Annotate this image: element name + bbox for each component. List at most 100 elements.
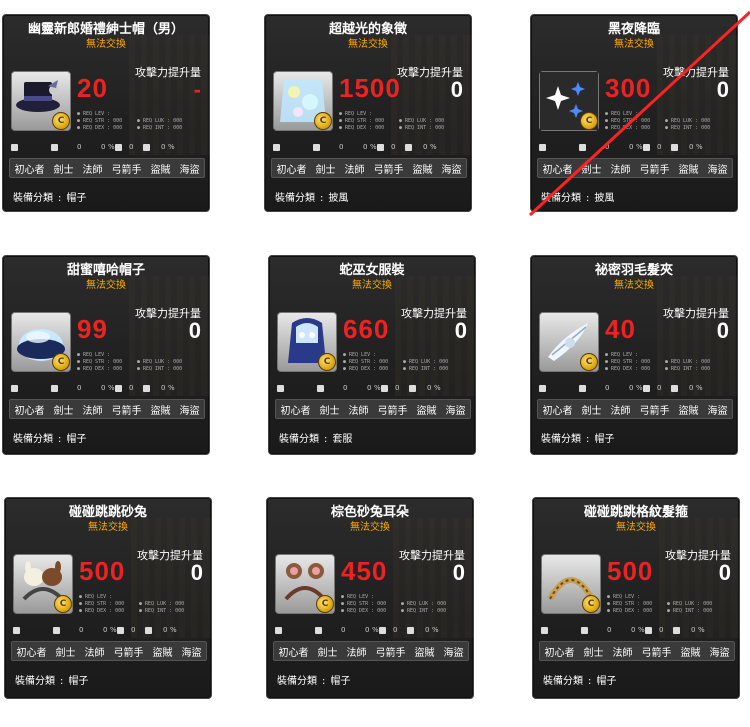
untradable-label: 無法交換 [88, 522, 128, 533]
untradable-label: 無法交換 [614, 39, 654, 50]
stat-icon [579, 384, 586, 392]
job-bar: 初心者 劍士 法師 弓箭手 盜賊 海盜 [9, 399, 205, 419]
stat-value: 0 [77, 384, 82, 392]
stat-value: 0 [427, 384, 432, 392]
item-card: 黑夜降臨 無法交換 攻擊力提升量 C 300 0 ● REQ LEV : ● R… [530, 14, 738, 212]
req-str: ● REQ STR : 000 [339, 118, 385, 124]
stat-icon [381, 384, 388, 392]
stats-row: 0 0 % 0 0 % [11, 143, 201, 153]
category-separator: : [322, 676, 326, 687]
stat-pct: % [696, 143, 703, 151]
stat-value: 0 [343, 384, 348, 392]
job-label: 初心者 [14, 164, 45, 176]
stat-pct: % [110, 626, 117, 634]
job-label: 法師 [612, 647, 633, 659]
req-int: ● REQ INT : 000 [403, 366, 449, 372]
untradable-label: 無法交換 [350, 522, 390, 533]
coin-icon: C [314, 112, 332, 130]
stat-icon [11, 143, 18, 151]
stat-pct: % [372, 626, 379, 634]
stats-row: 0 0 % 0 0 % [273, 143, 463, 153]
requirements: ● REQ LEV : ● REQ STR : 000 ● REQ LUK : 0… [77, 352, 197, 373]
attack-increase-value: 0 [716, 77, 729, 102]
job-label: 弓箭手 [113, 647, 144, 659]
coin-icon: C [54, 595, 72, 613]
stat-value: 0 [363, 143, 368, 151]
stat-icon [275, 626, 282, 634]
req-dex: ● REQ DEX : 000 [605, 125, 651, 131]
stat-pct: % [698, 626, 705, 634]
category-label: 裝備分類 [543, 676, 583, 687]
job-label: 海盜 [443, 647, 464, 659]
stats-row: 0 0 % 0 0 % [539, 143, 729, 153]
attack-increase-value: 0 [718, 560, 731, 585]
job-label: 劍士 [55, 647, 76, 659]
req-dex: ● REQ DEX : 000 [77, 366, 123, 372]
stat-icon [143, 143, 150, 151]
star-force-value: 450 [341, 556, 388, 586]
job-label: 海盜 [181, 647, 202, 659]
stat-value: 0 [101, 384, 106, 392]
requirements: ● REQ LEV : ● REQ STR : 000 ● REQ LUK : 0… [339, 111, 459, 132]
attack-increase-value: - [193, 77, 201, 102]
stat-icon [541, 626, 548, 634]
category-value: 帽子 [68, 676, 89, 687]
req-lev: ● REQ LEV : [605, 352, 639, 358]
stat-pct: % [636, 143, 643, 151]
item-icon-frame: C [13, 554, 73, 614]
req-int: ● REQ INT : 000 [137, 125, 183, 131]
stat-value: 0 [659, 626, 664, 634]
item-name: 甜蜜嘻哈帽子 [66, 263, 145, 278]
req-str: ● REQ STR : 000 [605, 359, 651, 365]
req-luk: ● REQ LUK : 000 [665, 359, 711, 365]
stat-value: 0 [691, 626, 696, 634]
req-luk: ● REQ LUK : 000 [139, 601, 185, 607]
req-lev: ● REQ LEV : [607, 594, 641, 600]
item-card: 碰碰跳跳砂兔 無法交換 攻擊力提升量 C 500 0 ● REQ LEV : ●… [4, 497, 212, 699]
coin-icon: C [316, 595, 334, 613]
stat-pct: % [696, 384, 703, 392]
stat-value: 0 [77, 143, 82, 151]
equipment-category: 裝備分類: 帽子 [277, 672, 350, 687]
item-name: 碰碰跳跳砂兔 [68, 505, 147, 520]
category-separator: : [586, 193, 590, 204]
req-int: ● REQ INT : 000 [401, 608, 447, 614]
job-label: 法師 [82, 164, 103, 176]
star-force-value: 99 [77, 314, 108, 344]
stat-pct: % [370, 143, 377, 151]
req-int: ● REQ INT : 000 [665, 366, 711, 372]
item-icon-frame: C [11, 71, 71, 131]
item-name: 棕色砂兔耳朵 [330, 505, 409, 520]
stat-icon [277, 384, 284, 392]
item-icon-frame: C [273, 71, 333, 131]
category-separator: : [324, 434, 328, 445]
stat-icon [409, 384, 416, 392]
stat-icon [313, 143, 320, 151]
coin-icon: C [582, 595, 600, 613]
item-card: 甜蜜嘻哈帽子 無法交換 攻擊力提升量 C 99 0 ● REQ LEV : ● … [2, 255, 210, 455]
untradable-label: 無法交換 [86, 39, 126, 50]
stats-row: 0 0 % 0 0 % [539, 384, 729, 394]
requirements: ● REQ LEV : ● REQ STR : 000 ● REQ LUK : 0… [607, 594, 727, 615]
req-lev: ● REQ LEV : [343, 352, 377, 358]
req-str: ● REQ STR : 000 [343, 359, 389, 365]
stat-icon [377, 143, 384, 151]
stat-icon [13, 626, 20, 634]
category-label: 裝備分類 [13, 434, 53, 445]
job-label: 初心者 [544, 647, 575, 659]
category-value: 套服 [332, 434, 353, 445]
req-luk: ● REQ LUK : 000 [399, 118, 445, 124]
req-luk: ● REQ LUK : 000 [665, 118, 711, 124]
job-bar: 初心者 劍士 法師 弓箭手 盜賊 海盜 [537, 399, 733, 419]
stat-value: 0 [689, 384, 694, 392]
stat-value: 0 [395, 384, 400, 392]
stat-icon [145, 626, 152, 634]
req-lev: ● REQ LEV : [339, 111, 373, 117]
stats-row: 0 0 % 0 0 % [13, 626, 203, 636]
job-label: 弓箭手 [377, 405, 408, 417]
job-label: 劍士 [583, 647, 604, 659]
item-icon-frame: C [275, 554, 335, 614]
equipment-category: 裝備分類: 披風 [541, 189, 614, 204]
attack-increase-value: 0 [716, 318, 729, 343]
attack-increase-value: 0 [452, 560, 465, 585]
